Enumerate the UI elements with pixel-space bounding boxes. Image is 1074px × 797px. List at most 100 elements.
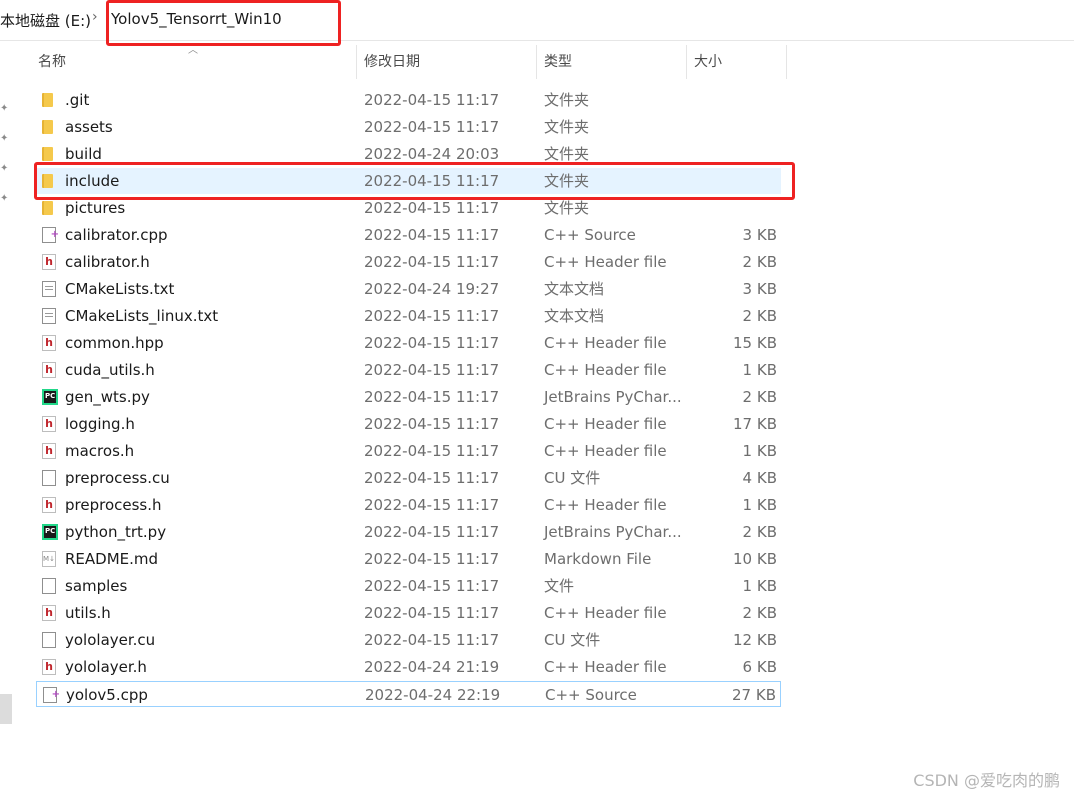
file-row[interactable]: h utils.h 2022-04-15 11:17 C++ Header file 2… xyxy=(36,600,781,626)
header-file-icon: h xyxy=(42,254,56,270)
address-bar[interactable]: 本地磁盘 (E:) › Yolov5_Tensorrt_Win10 xyxy=(0,0,1074,41)
file-name: gen_wts.py xyxy=(65,388,150,406)
file-size: 6 KB xyxy=(742,658,777,676)
file-row[interactable]: CMakeLists_linux.txt 2022-04-15 11:17 文本文档… xyxy=(36,303,781,329)
file-size: 2 KB xyxy=(742,388,777,406)
pin-icon[interactable]: ✦ xyxy=(0,134,10,144)
column-divider[interactable] xyxy=(786,45,787,79)
file-date: 2022-04-15 11:17 xyxy=(364,334,500,352)
header-file-icon: h xyxy=(42,335,56,351)
file-date: 2022-04-15 11:17 xyxy=(364,604,500,622)
navigation-scrollbar[interactable] xyxy=(0,694,12,724)
breadcrumb-chevron-icon[interactable]: › xyxy=(92,9,98,25)
file-name: build xyxy=(65,145,102,163)
folder-icon xyxy=(42,93,53,107)
file-size: 1 KB xyxy=(742,442,777,460)
blank-file-icon xyxy=(42,578,56,594)
file-row[interactable]: M↓ README.md 2022-04-15 11:17 Markdown File… xyxy=(36,546,781,572)
header-file-icon: h xyxy=(42,497,56,513)
file-name: yolov5.cpp xyxy=(66,686,148,704)
file-type: Markdown File xyxy=(544,550,652,568)
file-type: JetBrains PyChar... xyxy=(544,388,682,406)
file-type: C++ Source xyxy=(545,686,637,704)
text-file-icon xyxy=(42,308,56,324)
file-size: 3 KB xyxy=(742,226,777,244)
file-name: README.md xyxy=(65,550,159,568)
file-type: 文本文档 xyxy=(544,307,605,325)
blank-file-icon xyxy=(42,632,56,648)
file-row[interactable]: PC gen_wts.py 2022-04-15 11:17 JetBrains Py… xyxy=(36,384,781,410)
column-header-size[interactable]: 大小 xyxy=(692,45,786,79)
file-date: 2022-04-15 11:17 xyxy=(364,226,500,244)
file-type: 文件夹 xyxy=(544,91,590,109)
file-row[interactable]: yolov5.cpp 2022-04-24 22:19 C++ Source 27 K… xyxy=(36,681,781,708)
file-row[interactable]: .git 2022-04-15 11:17 文件夹 xyxy=(36,87,781,113)
file-size: 27 KB xyxy=(732,686,776,704)
file-row[interactable]: h preprocess.h 2022-04-15 11:17 C++ Header … xyxy=(36,492,781,518)
file-date: 2022-04-15 11:17 xyxy=(364,388,500,406)
pin-icon[interactable]: ✦ xyxy=(0,104,10,114)
file-row[interactable]: yololayer.cu 2022-04-15 11:17 CU 文件 12 KB xyxy=(36,627,781,653)
file-row[interactable]: build 2022-04-24 20:03 文件夹 xyxy=(36,141,781,167)
file-type: 文件夹 xyxy=(544,172,590,190)
file-name: yololayer.cu xyxy=(65,631,156,649)
column-divider[interactable] xyxy=(536,45,537,79)
file-date: 2022-04-15 11:17 xyxy=(364,253,500,271)
file-name: common.hpp xyxy=(65,334,164,352)
folder-icon xyxy=(42,174,53,188)
column-divider[interactable] xyxy=(356,45,357,79)
file-type: C++ Source xyxy=(544,226,636,244)
file-row[interactable]: include 2022-04-15 11:17 文件夹 xyxy=(36,168,781,194)
file-name: samples xyxy=(65,577,128,595)
file-name: assets xyxy=(65,118,113,136)
file-name: preprocess.h xyxy=(65,496,162,514)
breadcrumb-current-folder[interactable]: Yolov5_Tensorrt_Win10 xyxy=(111,10,282,28)
pin-icon[interactable]: ✦ xyxy=(0,194,10,204)
watermark: CSDN @爱吃肉的鹏 xyxy=(913,771,1060,790)
file-type: CU 文件 xyxy=(544,469,601,487)
file-type: CU 文件 xyxy=(544,631,601,649)
file-row[interactable]: preprocess.cu 2022-04-15 11:17 CU 文件 4 KB xyxy=(36,465,781,491)
file-row[interactable]: h macros.h 2022-04-15 11:17 C++ Header file… xyxy=(36,438,781,464)
column-divider[interactable] xyxy=(686,45,687,79)
file-row[interactable]: calibrator.cpp 2022-04-15 11:17 C++ Source… xyxy=(36,222,781,248)
file-row[interactable]: PC python_trt.py 2022-04-15 11:17 JetBrains… xyxy=(36,519,781,545)
navigation-pane: ✦ ✦ ✦ ✦ xyxy=(0,40,14,797)
folder-icon xyxy=(42,201,53,215)
file-date: 2022-04-15 11:17 xyxy=(364,199,500,217)
file-row[interactable]: h common.hpp 2022-04-15 11:17 C++ Header fi… xyxy=(36,330,781,356)
file-size: 2 KB xyxy=(742,604,777,622)
file-size: 12 KB xyxy=(733,631,777,649)
column-header-type[interactable]: 类型 xyxy=(542,45,686,79)
header-file-icon: h xyxy=(42,443,56,459)
column-header-date[interactable]: 修改日期 xyxy=(362,45,536,79)
column-header-name[interactable]: 名称 xyxy=(36,45,356,79)
file-date: 2022-04-15 11:17 xyxy=(364,442,500,460)
file-row[interactable]: assets 2022-04-15 11:17 文件夹 xyxy=(36,114,781,140)
file-type: 文件夹 xyxy=(544,145,590,163)
file-row[interactable]: pictures 2022-04-15 11:17 文件夹 xyxy=(36,195,781,221)
file-type: C++ Header file xyxy=(544,361,667,379)
pin-icon[interactable]: ✦ xyxy=(0,164,10,174)
file-size: 1 KB xyxy=(742,361,777,379)
file-size: 15 KB xyxy=(733,334,777,352)
file-row[interactable]: h yololayer.h 2022-04-24 21:19 C++ Header f… xyxy=(36,654,781,680)
file-row[interactable]: CMakeLists.txt 2022-04-24 19:27 文本文档 3 KB xyxy=(36,276,781,302)
file-name: calibrator.cpp xyxy=(65,226,168,244)
file-name: cuda_utils.h xyxy=(65,361,155,379)
file-row[interactable]: h calibrator.h 2022-04-15 11:17 C++ Header … xyxy=(36,249,781,275)
file-date: 2022-04-15 11:17 xyxy=(364,550,500,568)
file-date: 2022-04-15 11:17 xyxy=(364,577,500,595)
breadcrumb-drive[interactable]: 本地磁盘 (E:) xyxy=(0,10,91,31)
file-date: 2022-04-15 11:17 xyxy=(364,361,500,379)
file-type: 文件夹 xyxy=(544,199,590,217)
file-row[interactable]: samples 2022-04-15 11:17 文件 1 KB xyxy=(36,573,781,599)
pycharm-file-icon: PC xyxy=(42,524,58,540)
file-name: preprocess.cu xyxy=(65,469,170,487)
pycharm-file-icon: PC xyxy=(42,389,58,405)
file-name: yololayer.h xyxy=(65,658,147,676)
file-row[interactable]: h logging.h 2022-04-15 11:17 C++ Header fil… xyxy=(36,411,781,437)
file-date: 2022-04-15 11:17 xyxy=(364,91,500,109)
file-row[interactable]: h cuda_utils.h 2022-04-15 11:17 C++ Header … xyxy=(36,357,781,383)
file-name: CMakeLists_linux.txt xyxy=(65,307,219,325)
